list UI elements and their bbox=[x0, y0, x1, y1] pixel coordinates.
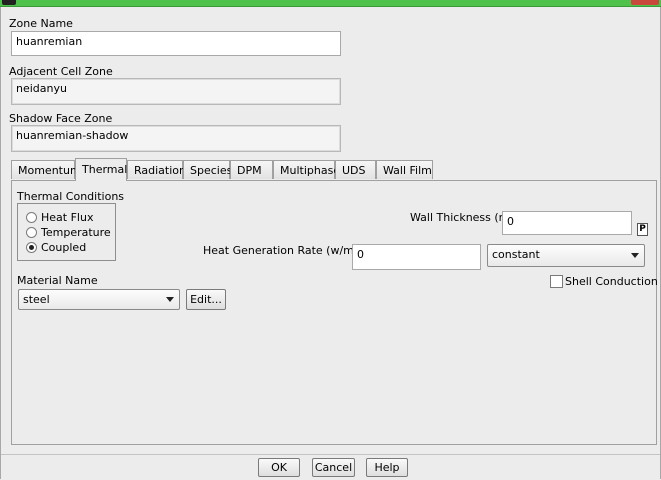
radio-temperature-label: Temperature bbox=[41, 226, 111, 239]
tab-wall-film[interactable]: Wall Film bbox=[376, 160, 433, 179]
radio-coupled-indicator[interactable] bbox=[26, 242, 37, 253]
thermal-panel: Thermal Conditions Heat Flux Temperature… bbox=[11, 180, 658, 445]
radio-temperature-indicator[interactable] bbox=[26, 227, 37, 238]
adjacent-cell-zone-field: neidanyu bbox=[11, 78, 341, 105]
tab-momentum[interactable]: Momentum bbox=[11, 160, 81, 179]
tab-thermal[interactable]: Thermal bbox=[75, 158, 127, 181]
chevron-down-icon bbox=[166, 297, 174, 302]
wall-thickness-label: Wall Thickness (m) bbox=[410, 211, 514, 224]
shadow-face-zone-label: Shadow Face Zone bbox=[9, 112, 113, 125]
thermal-conditions-label: Thermal Conditions bbox=[17, 190, 125, 203]
tab-multiphase[interactable]: Multiphase bbox=[273, 160, 340, 179]
window-close-icon[interactable] bbox=[631, 0, 659, 5]
heat-generation-label: Heat Generation Rate (w/m3) bbox=[203, 244, 366, 257]
material-name-label: Material Name bbox=[17, 274, 98, 287]
wall-thickness-parameter-button[interactable]: P bbox=[637, 223, 648, 236]
zone-name-input[interactable]: huanremian bbox=[11, 31, 341, 56]
material-edit-button[interactable]: Edit... bbox=[186, 289, 226, 310]
heat-generation-method-select[interactable]: constant bbox=[487, 244, 645, 267]
chevron-down-icon bbox=[631, 253, 639, 258]
help-button[interactable]: Help bbox=[366, 458, 408, 477]
tab-dpm[interactable]: DPM bbox=[230, 160, 273, 179]
cancel-button[interactable]: Cancel bbox=[312, 458, 355, 477]
tab-species[interactable]: Species bbox=[183, 160, 232, 179]
shadow-face-zone-field: huanremian-shadow bbox=[11, 125, 341, 152]
ok-button[interactable]: OK bbox=[258, 458, 300, 477]
material-name-value: steel bbox=[23, 293, 50, 306]
shell-conduction-checkbox[interactable] bbox=[550, 275, 563, 288]
material-name-select[interactable]: steel bbox=[18, 289, 180, 310]
tab-radiation[interactable]: Radiation bbox=[127, 160, 186, 179]
heat-generation-input[interactable]: 0 bbox=[352, 244, 481, 270]
shell-conduction-label: Shell Conduction bbox=[565, 275, 658, 288]
adjacent-cell-zone-label: Adjacent Cell Zone bbox=[9, 65, 113, 78]
radio-heat-flux-label: Heat Flux bbox=[41, 211, 94, 224]
radio-coupled-label: Coupled bbox=[41, 241, 87, 254]
tab-uds[interactable]: UDS bbox=[335, 160, 376, 179]
heat-generation-method-value: constant bbox=[492, 248, 540, 261]
window-titlebar bbox=[0, 0, 661, 7]
zone-name-label: Zone Name bbox=[9, 17, 73, 30]
footer-divider bbox=[1, 454, 660, 455]
thermal-conditions-group: Heat Flux Temperature Coupled bbox=[17, 203, 116, 261]
wall-dialog: Zone Name huanremian Adjacent Cell Zone … bbox=[0, 7, 661, 479]
window-menu-icon[interactable] bbox=[2, 0, 16, 5]
wall-thickness-input[interactable]: 0 bbox=[502, 211, 632, 235]
radio-heat-flux-indicator[interactable] bbox=[26, 212, 37, 223]
